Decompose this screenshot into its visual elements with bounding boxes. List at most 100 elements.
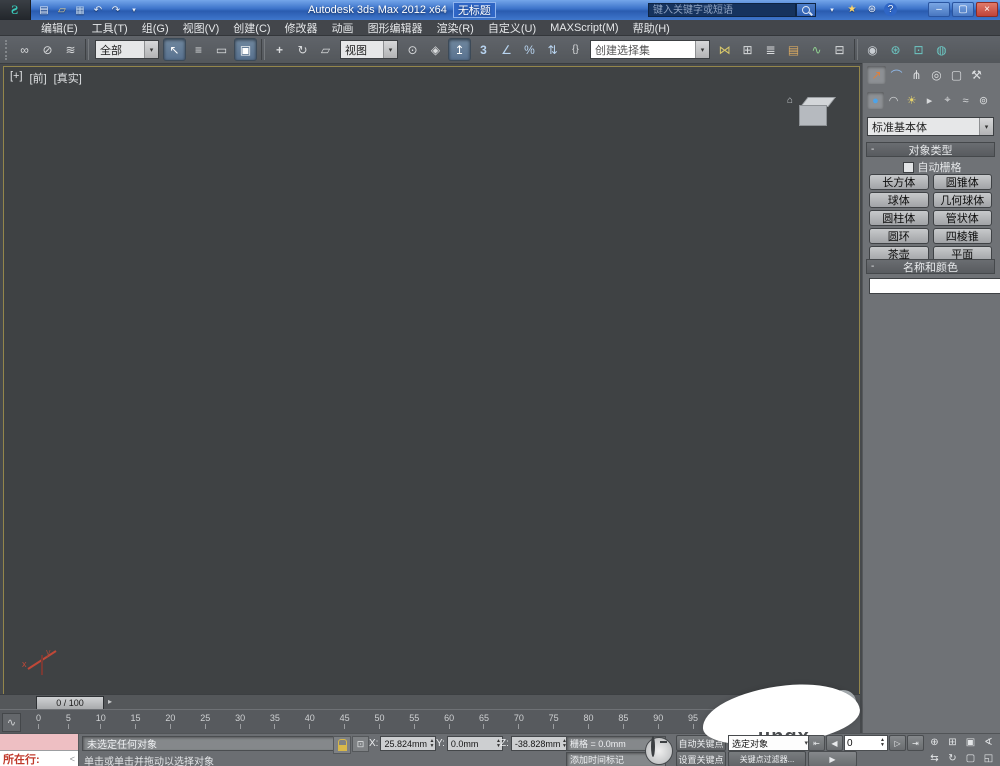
align-icon[interactable]: ⊞ <box>737 39 758 60</box>
tab-create-icon[interactable]: ↗ <box>867 66 886 84</box>
viewport-general-menu[interactable]: [+] <box>10 70 23 86</box>
maximize-button[interactable]: ▢ <box>952 2 974 17</box>
menu-maxscript[interactable]: MAXScript(M) <box>543 20 625 35</box>
go-to-end-icon[interactable]: ⇥ <box>907 735 924 751</box>
set-key-button[interactable]: 设置关键点 <box>676 751 726 766</box>
curve-editor-icon[interactable]: ∿ <box>806 39 827 60</box>
pan-icon[interactable]: ⇆ <box>926 751 943 766</box>
object-name-input[interactable] <box>869 278 1000 294</box>
spinner-icon[interactable]: ▲ ▼ <box>880 738 885 748</box>
unlink-selection-icon[interactable]: ⊘ <box>37 39 58 60</box>
select-and-manipulate-icon[interactable]: ◈ <box>425 39 446 60</box>
render-setup-icon[interactable]: ⊛ <box>885 39 906 60</box>
category-geometry-icon[interactable]: ● <box>867 92 884 109</box>
viewport-shading-menu[interactable]: [真实] <box>54 70 82 86</box>
next-frame-icon[interactable]: ▷ <box>889 735 906 751</box>
listener-row[interactable]: 所在行: < <box>0 751 78 766</box>
zoom-all-icon[interactable]: ⊞ <box>944 735 961 750</box>
menu-customize[interactable]: 自定义(U) <box>481 20 543 35</box>
y-field[interactable]: 0.0mm ▲ ▼ <box>446 736 503 751</box>
cylinder-button[interactable]: 圆柱体 <box>869 210 929 226</box>
schematic-view-icon[interactable]: ⊟ <box>829 39 850 60</box>
menu-rendering[interactable]: 渲染(R) <box>430 20 481 35</box>
orbit-icon[interactable]: ↻ <box>944 751 961 766</box>
spinner-icon[interactable]: ▲ ▼ <box>430 738 435 749</box>
rollout-object-type[interactable]: - 对象类型 <box>866 142 995 157</box>
tab-display-icon[interactable]: ▢ <box>947 66 966 84</box>
category-cameras-icon[interactable]: ▸ <box>921 92 938 109</box>
select-and-move-icon[interactable]: + <box>269 39 290 60</box>
tab-motion-icon[interactable]: ◎ <box>927 66 946 84</box>
tube-button[interactable]: 管状体 <box>932 210 992 226</box>
rectangular-selection-region-icon[interactable]: ▭ <box>211 39 232 60</box>
keyboard-shortcut-override-icon[interactable]: ↥ <box>448 38 471 61</box>
viewcube[interactable]: ⌂ <box>787 93 837 133</box>
absolute-offset-toggle[interactable]: ⊡ <box>352 736 369 752</box>
angle-snap-icon[interactable]: ∠ <box>496 39 517 60</box>
menu-views[interactable]: 视图(V) <box>176 20 227 35</box>
help-icon[interactable]: ? <box>884 3 897 16</box>
z-field[interactable]: -38.828mm ▲ ▼ <box>510 736 569 751</box>
maxscript-mini-listener[interactable]: 所在行: < <box>0 734 79 766</box>
macro-recorder-row[interactable] <box>0 734 78 751</box>
rollout-name-color[interactable]: - 名称和颜色 <box>866 259 995 274</box>
select-and-rotate-icon[interactable]: ↻ <box>292 39 313 60</box>
listener-collapse-icon[interactable]: < <box>70 754 75 764</box>
viewport-front[interactable]: [+] [前] [真实] ⌂ x y <box>3 66 860 696</box>
tab-modify-icon[interactable]: ⌒ <box>887 66 906 84</box>
zoom-region-icon[interactable]: ▢ <box>962 751 979 766</box>
category-systems-icon[interactable]: ⊚ <box>975 92 992 109</box>
key-filters-button[interactable]: 关键点过滤器... <box>728 751 806 766</box>
select-object-icon[interactable]: ↖ <box>163 38 186 61</box>
field-of-view-icon[interactable]: ∢ <box>980 735 997 750</box>
zoom-icon[interactable]: ⊕ <box>926 735 943 750</box>
toolbar-grip[interactable] <box>5 39 11 60</box>
use-pivot-center-icon[interactable]: ⊙ <box>402 39 423 60</box>
snap-toggle-3d-icon[interactable]: 3 <box>473 39 494 60</box>
menu-edit[interactable]: 编辑(E) <box>34 20 85 35</box>
zoom-extents-icon[interactable]: ▣ <box>962 735 979 750</box>
tab-utilities-icon[interactable]: ⚒ <box>967 66 986 84</box>
rendered-frame-window-icon[interactable]: ⊡ <box>908 39 929 60</box>
menu-group[interactable]: 组(G) <box>135 20 176 35</box>
menu-help[interactable]: 帮助(H) <box>626 20 677 35</box>
app-menu-button[interactable]: S <box>0 0 31 20</box>
previous-frame-icon[interactable]: ◀ <box>826 735 843 751</box>
select-by-name-icon[interactable]: ≡ <box>188 39 209 60</box>
maximize-viewport-toggle-icon[interactable]: ◱ <box>980 751 997 766</box>
new-file-icon[interactable]: ▤ <box>36 3 52 18</box>
layer-manager-icon[interactable]: ≣ <box>760 39 781 60</box>
sphere-button[interactable]: 球体 <box>869 192 929 208</box>
viewcube-home-icon[interactable]: ⌂ <box>787 95 793 106</box>
category-shapes-icon[interactable]: ◠ <box>885 92 902 109</box>
set-keys-button[interactable] <box>645 736 673 765</box>
key-selection-dropdown[interactable]: 选定对象 ▾ <box>728 735 812 751</box>
app-exchange-icon[interactable]: ⊛ <box>864 2 880 17</box>
open-file-icon[interactable]: ▱ <box>54 3 70 18</box>
menu-modifiers[interactable]: 修改器 <box>278 20 325 35</box>
category-helpers-icon[interactable]: ⌖ <box>939 92 956 109</box>
viewport-pov-menu[interactable]: [前] <box>30 70 47 86</box>
time-slider-handle[interactable]: 0 / 100 <box>36 696 104 710</box>
material-editor-icon[interactable]: ◉ <box>862 39 883 60</box>
mirror-icon[interactable]: ⋈ <box>714 39 735 60</box>
undo-icon[interactable]: ↶ <box>90 3 106 18</box>
render-production-icon[interactable]: ◍ <box>931 39 952 60</box>
select-and-link-icon[interactable]: ∞ <box>14 39 35 60</box>
bind-to-space-warp-icon[interactable]: ≋ <box>60 39 81 60</box>
select-and-scale-icon[interactable]: ▱ <box>315 39 336 60</box>
subcategory-dropdown[interactable]: 标准基本体 ▾ <box>867 117 994 136</box>
named-selection-set-combo[interactable]: 创建选择集 ▾ <box>590 40 710 59</box>
favorites-star-icon[interactable]: ★ <box>844 2 860 17</box>
tab-hierarchy-icon[interactable]: ⋔ <box>907 66 926 84</box>
torus-button[interactable]: 圆环 <box>869 228 929 244</box>
selection-lock-button[interactable] <box>333 736 351 754</box>
menu-animation[interactable]: 动画 <box>325 20 361 35</box>
geosphere-button[interactable]: 几何球体 <box>932 192 992 208</box>
menu-create[interactable]: 创建(C) <box>226 20 277 35</box>
menu-tools[interactable]: 工具(T) <box>85 20 135 35</box>
graphite-ribbon-icon[interactable]: ▤ <box>783 39 804 60</box>
x-field[interactable]: 25.824mm ▲ ▼ <box>380 736 437 751</box>
percent-snap-icon[interactable]: % <box>519 39 540 60</box>
cone-button[interactable]: 圆锥体 <box>932 174 992 190</box>
